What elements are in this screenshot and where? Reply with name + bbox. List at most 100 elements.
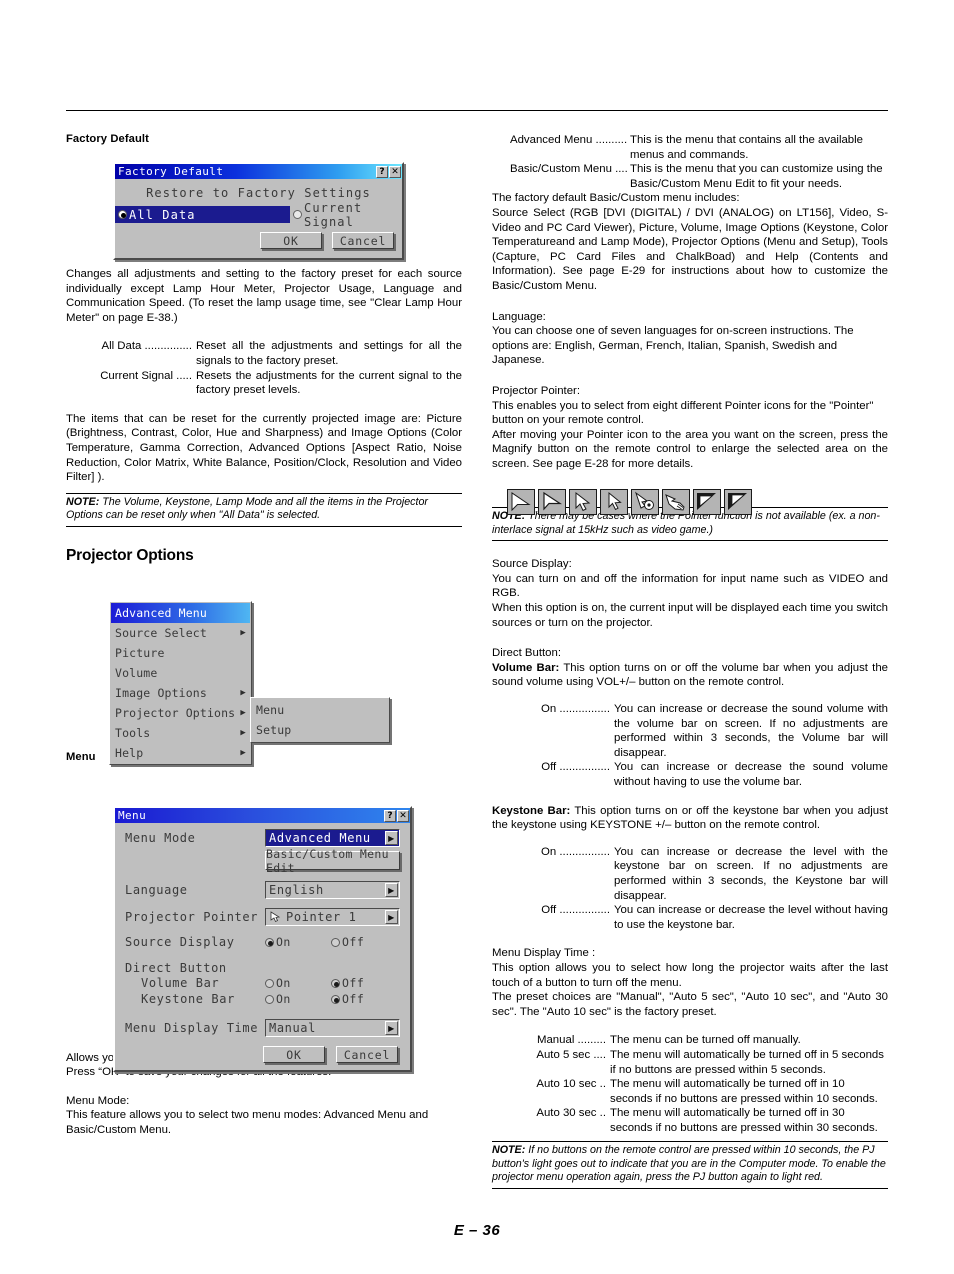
chevron-right-icon[interactable]: ▶ xyxy=(385,831,398,845)
menu-item-label: Source Select xyxy=(115,626,207,640)
source-display-on-option[interactable]: On xyxy=(265,935,331,949)
titlebar-buttons: ? ✕ xyxy=(384,809,409,822)
help-icon[interactable]: ? xyxy=(376,165,388,178)
projector-pointer-select[interactable]: Pointer 1 ▶ xyxy=(265,908,400,926)
cancel-button[interactable]: Cancel xyxy=(332,232,394,249)
definition-description: The menu will automatically be turned of… xyxy=(610,1078,878,1105)
paragraph-resettable-items: The items that can be reset for the curr… xyxy=(66,412,462,484)
menu-display-time-select[interactable]: Manual ▶ xyxy=(265,1019,400,1037)
page-top-rule xyxy=(66,110,888,111)
menu-item-advanced-menu[interactable]: Advanced Menu xyxy=(111,603,250,623)
basic-custom-menu-edit-button[interactable]: Basic/Custom Menu Edit xyxy=(265,847,400,875)
source-display-off-option[interactable]: Off xyxy=(331,935,364,949)
definition-row: Basic/Custom Menu .... This is the menu … xyxy=(510,162,888,191)
menu-item-image-options[interactable]: Image Options ▶ xyxy=(111,683,250,703)
pointer-arrow-hollow-up-left-icon xyxy=(600,489,628,515)
heading-source-display: Source Display: xyxy=(492,558,572,571)
close-icon[interactable]: ✕ xyxy=(389,165,401,178)
volume-bar-row: Volume Bar On Off xyxy=(125,976,400,990)
paragraph-factory-default-basic-menu: The factory default Basic/Custom menu in… xyxy=(492,192,740,205)
submenu-item-setup[interactable]: Setup xyxy=(252,720,388,740)
definition-term: Off ................ xyxy=(541,904,610,917)
definition-description: You can increase or decrease the level w… xyxy=(614,845,888,902)
keystone-bar-on-option[interactable]: On xyxy=(265,992,331,1006)
projector-options-submenu[interactable]: Menu Setup xyxy=(250,697,390,743)
ok-button[interactable]: OK xyxy=(260,232,322,249)
menu-item-label: Volume xyxy=(115,666,158,680)
language-select[interactable]: English ▶ xyxy=(265,881,400,899)
radio-icon-all-data[interactable] xyxy=(118,210,127,219)
submenu-arrow-icon: ▶ xyxy=(240,627,246,638)
projector-pointer-label: Projector Pointer xyxy=(125,910,259,924)
menu-mode-row: Menu Mode Advanced Menu ▶ xyxy=(125,829,400,847)
menu-item-help[interactable]: Help ▶ xyxy=(111,743,250,763)
menu-mode-select[interactable]: Advanced Menu ▶ xyxy=(265,829,400,847)
menu-item-picture[interactable]: Picture xyxy=(111,643,250,663)
paragraph-source-display-2: When this option is on, the current inpu… xyxy=(492,602,888,629)
submenu-item-menu[interactable]: Menu xyxy=(252,700,388,720)
restore-to-factory-settings-label: Restore to Factory Settings xyxy=(146,186,371,200)
menu-item-tools[interactable]: Tools ▶ xyxy=(111,723,250,743)
volume-bar-off-option[interactable]: Off xyxy=(331,976,364,990)
radio-label-keystone-bar-off: Off xyxy=(342,992,365,1006)
definition-row: On ................ You can increase or … xyxy=(510,845,888,903)
keystone-bar-off-option[interactable]: Off xyxy=(331,992,364,1006)
submenu-arrow-icon: ▶ xyxy=(240,727,246,738)
heading-factory-default: Factory Default xyxy=(66,133,149,145)
pointer-wedge-down-left-icon xyxy=(693,489,721,515)
radio-label-all-data: All Data xyxy=(129,207,196,222)
pointer-hand-icon xyxy=(662,489,690,515)
cancel-button[interactable]: Cancel xyxy=(336,1046,398,1063)
definition-row: All Data ............... Reset all the a… xyxy=(84,339,462,368)
radio-icon-current-signal[interactable] xyxy=(293,210,302,219)
definition-term: Auto 10 sec .. xyxy=(536,1078,606,1091)
radio-icon-keystone-bar-off[interactable] xyxy=(331,994,340,1004)
advanced-menu-screenshot[interactable]: Advanced Menu Source Select ▶ Picture Vo… xyxy=(109,601,390,765)
definition-term: Advanced Menu .......... xyxy=(510,134,628,146)
paragraph-factory-default-description: Changes all adjustments and setting to t… xyxy=(66,268,462,324)
chevron-right-icon[interactable]: ▶ xyxy=(385,910,398,924)
menu-item-source-select[interactable]: Source Select ▶ xyxy=(111,623,250,643)
language-label: Language xyxy=(125,883,188,897)
definition-description: You can increase or decrease the sound v… xyxy=(614,703,888,759)
radio-option-all-data[interactable]: All Data xyxy=(115,206,290,223)
radio-icon-keystone-bar-on[interactable] xyxy=(265,994,274,1004)
radio-label-source-display-off: Off xyxy=(342,935,365,949)
dialog-title: Menu xyxy=(118,810,147,821)
chevron-right-icon[interactable]: ▶ xyxy=(385,883,398,897)
pointer-arrow-thin-up-left-icon xyxy=(507,489,535,515)
manual-page: Factory Default Changes all adjustments … xyxy=(0,0,954,1274)
paragraph-language: You can choose one of seven languages fo… xyxy=(492,325,854,367)
note-all-data: NOTE: The Volume, Keystone, Lamp Mode an… xyxy=(66,492,462,527)
factory-default-dialog[interactable]: Factory Default ? ✕ Restore to Factory S… xyxy=(113,162,404,260)
help-icon[interactable]: ? xyxy=(384,809,396,822)
radio-icon-source-display-off[interactable] xyxy=(331,937,340,947)
radio-icon-source-display-on[interactable] xyxy=(265,937,274,947)
language-row: Language English ▶ xyxy=(125,881,400,899)
definition-row: Auto 5 sec .... The menu will automatica… xyxy=(510,1048,888,1077)
definition-term: Auto 30 sec .. xyxy=(536,1107,606,1120)
menu-item-projector-options[interactable]: Projector Options ▶ xyxy=(111,703,250,723)
radio-option-current-signal[interactable]: Current Signal xyxy=(290,201,402,229)
definition-row: On ................ You can increase or … xyxy=(510,702,888,760)
dialog-titlebar: Menu ? ✕ xyxy=(115,808,410,823)
definition-description: Resets the adjustments for the current s… xyxy=(196,369,462,397)
radio-label-volume-bar-off: Off xyxy=(342,976,365,990)
definition-term: On ................ xyxy=(541,845,610,858)
note-text: If no buttons on the remote control are … xyxy=(492,1144,886,1184)
projector-pointer-row: Projector Pointer Pointer 1 ▶ xyxy=(125,908,400,926)
volume-bar-on-option[interactable]: On xyxy=(265,976,331,990)
pointer-hand-icon xyxy=(269,911,283,923)
radio-icon-volume-bar-off[interactable] xyxy=(331,978,340,988)
paragraph-pointer-select: This enables you to select from eight di… xyxy=(492,399,874,427)
chevron-right-icon[interactable]: ▶ xyxy=(385,1021,398,1035)
ok-button[interactable]: OK xyxy=(263,1046,325,1063)
close-icon[interactable]: ✕ xyxy=(397,809,409,822)
menu-item-volume[interactable]: Volume xyxy=(111,663,250,683)
menu-settings-dialog[interactable]: Menu ? ✕ Menu Mode Advanced Menu ▶ Basic… xyxy=(113,806,412,1072)
radio-icon-volume-bar-on[interactable] xyxy=(265,978,274,988)
menu-display-time-definition-list: Manual ......... The menu can be turned … xyxy=(510,1033,888,1135)
advanced-menu-list[interactable]: Advanced Menu Source Select ▶ Picture Vo… xyxy=(109,601,252,765)
dialog-body: Menu Mode Advanced Menu ▶ Basic/Custom M… xyxy=(115,823,410,1070)
menu-item-label: Picture xyxy=(115,646,165,660)
